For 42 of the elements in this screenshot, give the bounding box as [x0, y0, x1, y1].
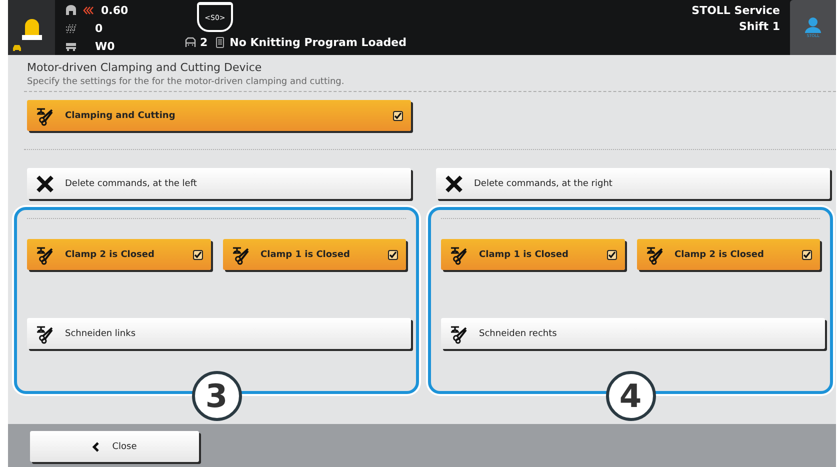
- callout-number: 3: [192, 371, 242, 421]
- clamp-scissors-icon: [449, 324, 469, 344]
- cut-command-button[interactable]: Schneiden rechts: [441, 318, 825, 349]
- cut-command-button[interactable]: Schneiden links: [27, 318, 411, 349]
- stitch-grid-icon: [65, 23, 77, 34]
- clamp-scissors-icon: [644, 244, 664, 264]
- stat-value: 0: [95, 22, 103, 35]
- user-name: STOLL Service: [692, 4, 780, 17]
- delete-commands-button[interactable]: Delete commands, at the right: [436, 168, 830, 199]
- page-title: Motor-driven Clamping and Cutting Device: [27, 61, 263, 74]
- checkbox[interactable]: [606, 250, 616, 260]
- close-button[interactable]: Close: [30, 431, 199, 462]
- checkbox[interactable]: [802, 250, 812, 260]
- stat-value: 0.60: [101, 4, 128, 17]
- beacon-tile[interactable]: [8, 0, 55, 55]
- user-icon: [804, 17, 822, 33]
- clamp-scissors-icon: [35, 244, 55, 264]
- toggle-button[interactable]: Clamp 1 is Closed: [441, 239, 624, 270]
- checkbox[interactable]: [192, 250, 202, 260]
- toggle-button[interactable]: Clamp 2 is Closed: [27, 239, 210, 270]
- shift-label: Shift 1: [738, 20, 780, 33]
- speed-chevrons-icon: [83, 6, 95, 15]
- delete-commands-button[interactable]: Delete commands, at the left: [27, 168, 411, 199]
- toggle-button[interactable]: Clamp 1 is Closed: [222, 239, 406, 270]
- close-icon: [444, 174, 464, 194]
- clamp-scissors-icon: [35, 106, 55, 126]
- carriage-count: 2: [200, 36, 208, 49]
- toggle-button[interactable]: Clamp 2 is Closed: [636, 239, 820, 270]
- toggle-button[interactable]: Clamping and Cutting: [27, 100, 411, 131]
- checkbox[interactable]: [393, 110, 403, 120]
- program-file-icon: [216, 37, 224, 48]
- chevron-left-icon: [92, 442, 100, 452]
- checkbox[interactable]: [388, 250, 398, 260]
- page-subtitle: Specify the settings for the for the motor-driven clamping and cutting.: [27, 77, 346, 87]
- clamp-scissors-icon: [35, 324, 55, 344]
- callout-number: 4: [606, 371, 656, 421]
- close-icon: [35, 174, 55, 194]
- stat-value: W0: [95, 40, 115, 53]
- car-icon: [12, 44, 22, 52]
- clamp-scissors-icon: [230, 244, 250, 264]
- program-status: No Knitting Program Loaded: [230, 36, 406, 49]
- clamp-scissors-icon: [449, 244, 469, 264]
